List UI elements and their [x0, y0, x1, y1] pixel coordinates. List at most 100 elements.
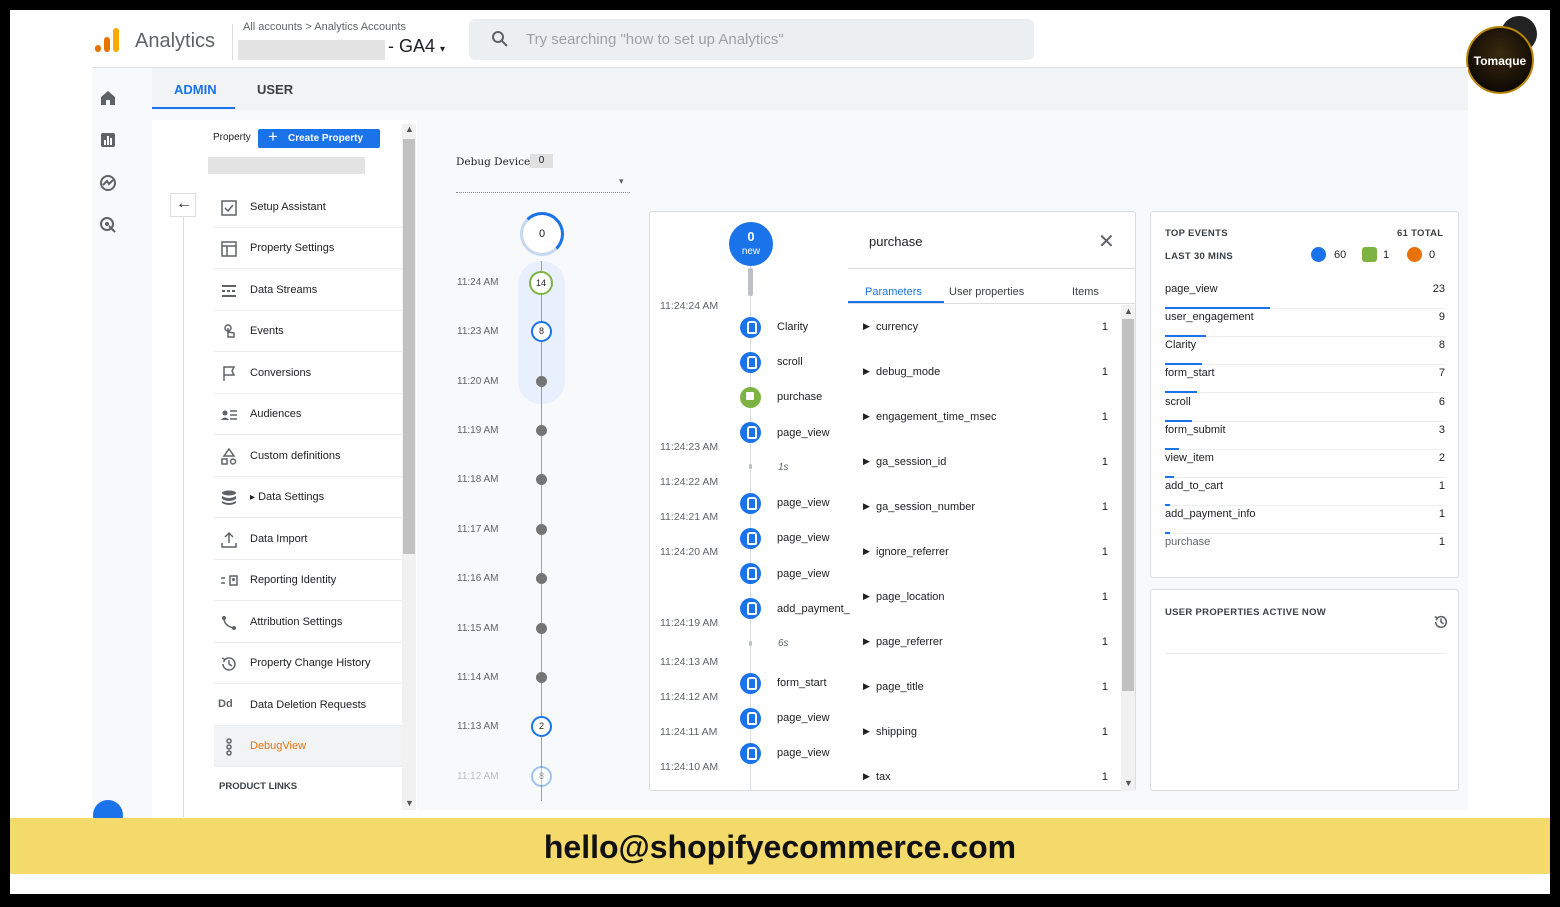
- scroll-down-icon[interactable]: ▼: [405, 798, 414, 808]
- top-event-row[interactable]: user_engagement 9: [1165, 309, 1445, 337]
- nav-item-data-import[interactable]: Data Import: [214, 519, 402, 560]
- event-name[interactable]: page_view: [777, 497, 830, 509]
- expand-triangle-icon: ▸: [250, 492, 256, 503]
- nav-item-attribution-settings[interactable]: Attribution Settings: [214, 602, 402, 643]
- event-icon[interactable]: [740, 352, 761, 373]
- params-scrollbar-thumb[interactable]: [1122, 319, 1134, 691]
- event-name[interactable]: purchase: [777, 391, 822, 403]
- nav-item-debugview[interactable]: DebugView: [214, 726, 402, 767]
- minute-count-bubble[interactable]: 8: [531, 766, 552, 787]
- reports-icon[interactable]: [98, 130, 118, 150]
- scroll-down-icon[interactable]: ▼: [1124, 778, 1133, 788]
- event-icon[interactable]: [740, 743, 761, 764]
- top-event-name: form_start: [1165, 367, 1215, 379]
- new-events-counter[interactable]: 0 new: [729, 222, 773, 266]
- event-name[interactable]: form_start: [777, 677, 827, 689]
- event-icon[interactable]: [740, 317, 761, 338]
- minute-dot[interactable]: [536, 524, 547, 535]
- minute-dot[interactable]: [536, 672, 547, 683]
- nav-item-audiences[interactable]: Audiences: [214, 394, 402, 435]
- event-icon[interactable]: [740, 708, 761, 729]
- nav-item-reporting-identity[interactable]: Reporting Identity: [214, 560, 402, 601]
- property-selector[interactable]: - GA4 ▾: [388, 36, 445, 57]
- top-event-row[interactable]: add_to_cart 1: [1165, 478, 1445, 506]
- event-name[interactable]: page_view: [777, 568, 830, 580]
- minute-dot[interactable]: [536, 425, 547, 436]
- nav-item-data-streams[interactable]: Data Streams: [214, 270, 402, 311]
- event-name[interactable]: scroll: [777, 356, 803, 368]
- param-row[interactable]: ▶ ga_session_number 1: [863, 501, 1108, 517]
- top-event-row[interactable]: form_submit 3: [1165, 422, 1445, 450]
- event-name[interactable]: page_view: [777, 532, 830, 544]
- top-event-row[interactable]: page_view 23: [1165, 281, 1445, 309]
- event-name[interactable]: page_view: [777, 427, 830, 439]
- property-name-redacted[interactable]: [208, 157, 365, 174]
- nav-item-conversions[interactable]: Conversions: [214, 353, 402, 394]
- nav-item-events[interactable]: Events: [214, 311, 402, 352]
- nav-item-data-settings[interactable]: ▸ Data Settings: [214, 477, 402, 518]
- tab-admin[interactable]: ADMIN: [174, 82, 217, 97]
- tab-user-properties[interactable]: User properties: [949, 286, 1024, 298]
- event-icon[interactable]: [740, 563, 761, 584]
- param-row[interactable]: ▶ currency 1: [863, 321, 1108, 337]
- debug-device-dropdown[interactable]: [456, 192, 630, 193]
- nav-scrollbar-thumb[interactable]: [403, 139, 415, 554]
- nav-item-property-settings[interactable]: Property Settings: [214, 228, 402, 269]
- tab-items[interactable]: Items: [1072, 286, 1099, 298]
- param-row[interactable]: ▶ ga_session_id 1: [863, 456, 1108, 472]
- close-icon[interactable]: ✕: [1098, 229, 1115, 254]
- conversion-flag-icon[interactable]: [740, 387, 761, 408]
- minute-dot[interactable]: [536, 376, 547, 387]
- top-event-row[interactable]: form_start 7: [1165, 365, 1445, 393]
- expand-triangle-icon: ▶: [863, 501, 870, 511]
- scroll-up-icon[interactable]: ▲: [1124, 306, 1133, 316]
- param-row[interactable]: ▶ shipping 1: [863, 726, 1108, 742]
- nav-item-setup-assistant[interactable]: Setup Assistant: [214, 187, 402, 228]
- nav-item-data-deletion-requests[interactable]: Dd Data Deletion Requests: [214, 685, 402, 726]
- event-icon[interactable]: [740, 673, 761, 694]
- param-row[interactable]: ▶ engagement_time_msec 1: [863, 411, 1108, 427]
- search-bar[interactable]: Try searching "how to set up Analytics": [469, 19, 1034, 60]
- tab-parameters[interactable]: Parameters: [865, 286, 922, 298]
- event-name[interactable]: page_view: [777, 712, 830, 724]
- top-event-row[interactable]: add_payment_info 1: [1165, 506, 1445, 534]
- nav-scrollbar[interactable]: [402, 124, 416, 810]
- minute-dot[interactable]: [536, 474, 547, 485]
- advertising-icon[interactable]: [98, 215, 118, 235]
- explore-icon[interactable]: [98, 173, 118, 193]
- event-icon[interactable]: [740, 528, 761, 549]
- analytics-logo[interactable]: [95, 28, 121, 52]
- param-row[interactable]: ▶ page_title 1: [863, 681, 1108, 697]
- top-event-row[interactable]: Clarity 8: [1165, 337, 1445, 365]
- event-name[interactable]: Clarity: [777, 321, 808, 333]
- tab-user[interactable]: USER: [257, 82, 293, 97]
- top-event-row[interactable]: scroll 6: [1165, 394, 1445, 422]
- top-event-row[interactable]: view_item 2: [1165, 450, 1445, 478]
- top-event-row[interactable]: purchase 1: [1165, 534, 1445, 562]
- breadcrumb[interactable]: All accounts > Analytics Accounts: [243, 21, 406, 33]
- param-row[interactable]: ▶ tax 1: [863, 771, 1108, 787]
- param-row[interactable]: ▶ debug_mode 1: [863, 366, 1108, 382]
- param-row[interactable]: ▶ ignore_referrer 1: [863, 546, 1108, 562]
- create-property-button[interactable]: + Create Property: [258, 127, 380, 148]
- event-name[interactable]: add_payment_: [777, 603, 850, 615]
- event-icon[interactable]: [740, 422, 761, 443]
- chevron-down-icon[interactable]: ▾: [619, 176, 624, 187]
- params-scrollbar[interactable]: [1121, 305, 1135, 791]
- minute-dot[interactable]: [536, 623, 547, 634]
- event-icon[interactable]: [740, 598, 761, 619]
- back-button[interactable]: ←: [170, 193, 196, 217]
- event-name[interactable]: page_view: [777, 747, 830, 759]
- home-icon[interactable]: [98, 88, 118, 108]
- param-row[interactable]: ▶ page_referrer 1: [863, 636, 1108, 652]
- minute-count-bubble[interactable]: 14: [529, 271, 553, 295]
- minute-dot[interactable]: [536, 573, 547, 584]
- event-icon[interactable]: [740, 493, 761, 514]
- minute-count-bubble[interactable]: 2: [531, 716, 552, 737]
- history-icon[interactable]: [1433, 614, 1449, 630]
- minute-count-bubble[interactable]: 8: [531, 321, 552, 342]
- scroll-up-icon[interactable]: ▲: [405, 124, 414, 134]
- param-row[interactable]: ▶ page_location 1: [863, 591, 1108, 607]
- nav-item-custom-definitions[interactable]: Custom definitions: [214, 436, 402, 477]
- nav-item-property-change-history[interactable]: Property Change History: [214, 643, 402, 684]
